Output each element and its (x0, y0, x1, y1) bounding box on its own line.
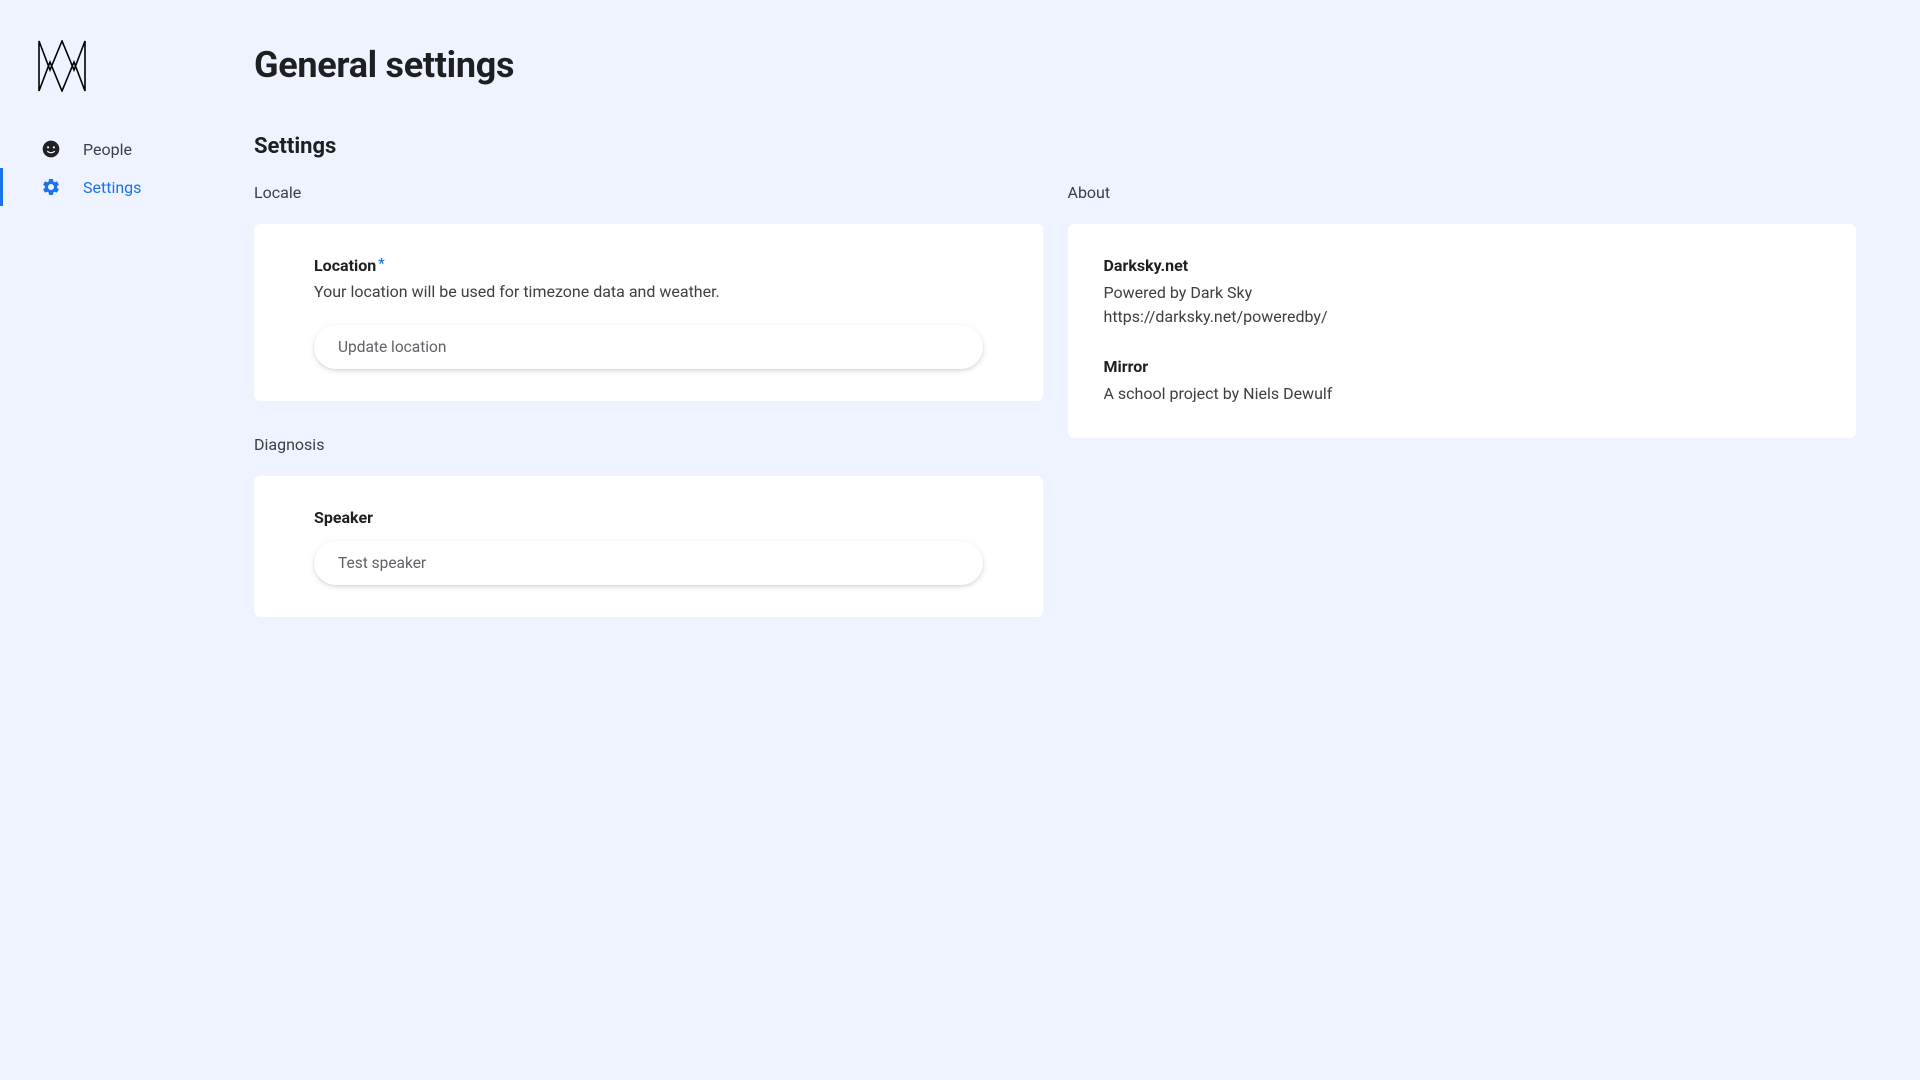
about-mirror-block: Mirror A school project by Niels Dewulf (1104, 357, 1821, 406)
logo (0, 40, 254, 92)
location-field-desc: Your location will be used for timezone … (314, 281, 983, 303)
diagnosis-group: Diagnosis Speaker Test speaker (254, 435, 1043, 617)
about-darksky-line1: Powered by Dark Sky (1104, 281, 1821, 305)
locale-group: Locale Location* Your location will be u… (254, 183, 1043, 401)
about-darksky-link: https://darksky.net/poweredby/ (1104, 305, 1821, 329)
right-column: About Darksky.net Powered by Dark Sky ht… (1068, 183, 1857, 651)
group-label-locale: Locale (254, 183, 1043, 202)
locale-card: Location* Your location will be used for… (254, 224, 1043, 401)
required-star-icon: * (378, 256, 384, 272)
sidebar-item-people[interactable]: People (0, 130, 254, 168)
gear-icon (41, 177, 61, 197)
main-content: General settings Settings Locale Locatio… (254, 0, 1920, 1080)
sidebar-item-label: Settings (83, 178, 141, 197)
left-column: Locale Location* Your location will be u… (254, 183, 1043, 651)
sidebar-item-settings[interactable]: Settings (0, 168, 254, 206)
test-speaker-button[interactable]: Test speaker (314, 541, 983, 585)
page-title: General settings (254, 44, 1856, 86)
face-icon (41, 139, 61, 159)
sidebar: People Settings (0, 0, 254, 1080)
group-label-about: About (1068, 183, 1857, 202)
about-card: Darksky.net Powered by Dark Sky https://… (1068, 224, 1857, 438)
update-location-button[interactable]: Update location (314, 325, 983, 369)
logo-icon (38, 40, 86, 92)
about-darksky-block: Darksky.net Powered by Dark Sky https://… (1104, 256, 1821, 329)
group-label-diagnosis: Diagnosis (254, 435, 1043, 454)
about-group: About Darksky.net Powered by Dark Sky ht… (1068, 183, 1857, 438)
diagnosis-card: Speaker Test speaker (254, 476, 1043, 617)
speaker-field-title: Speaker (314, 508, 983, 527)
sidebar-item-label: People (83, 140, 132, 159)
about-mirror-line1: A school project by Niels Dewulf (1104, 382, 1821, 406)
about-mirror-title: Mirror (1104, 357, 1821, 376)
location-field-title: Location* (314, 256, 983, 275)
about-darksky-title: Darksky.net (1104, 256, 1821, 275)
section-title: Settings (254, 134, 1856, 159)
